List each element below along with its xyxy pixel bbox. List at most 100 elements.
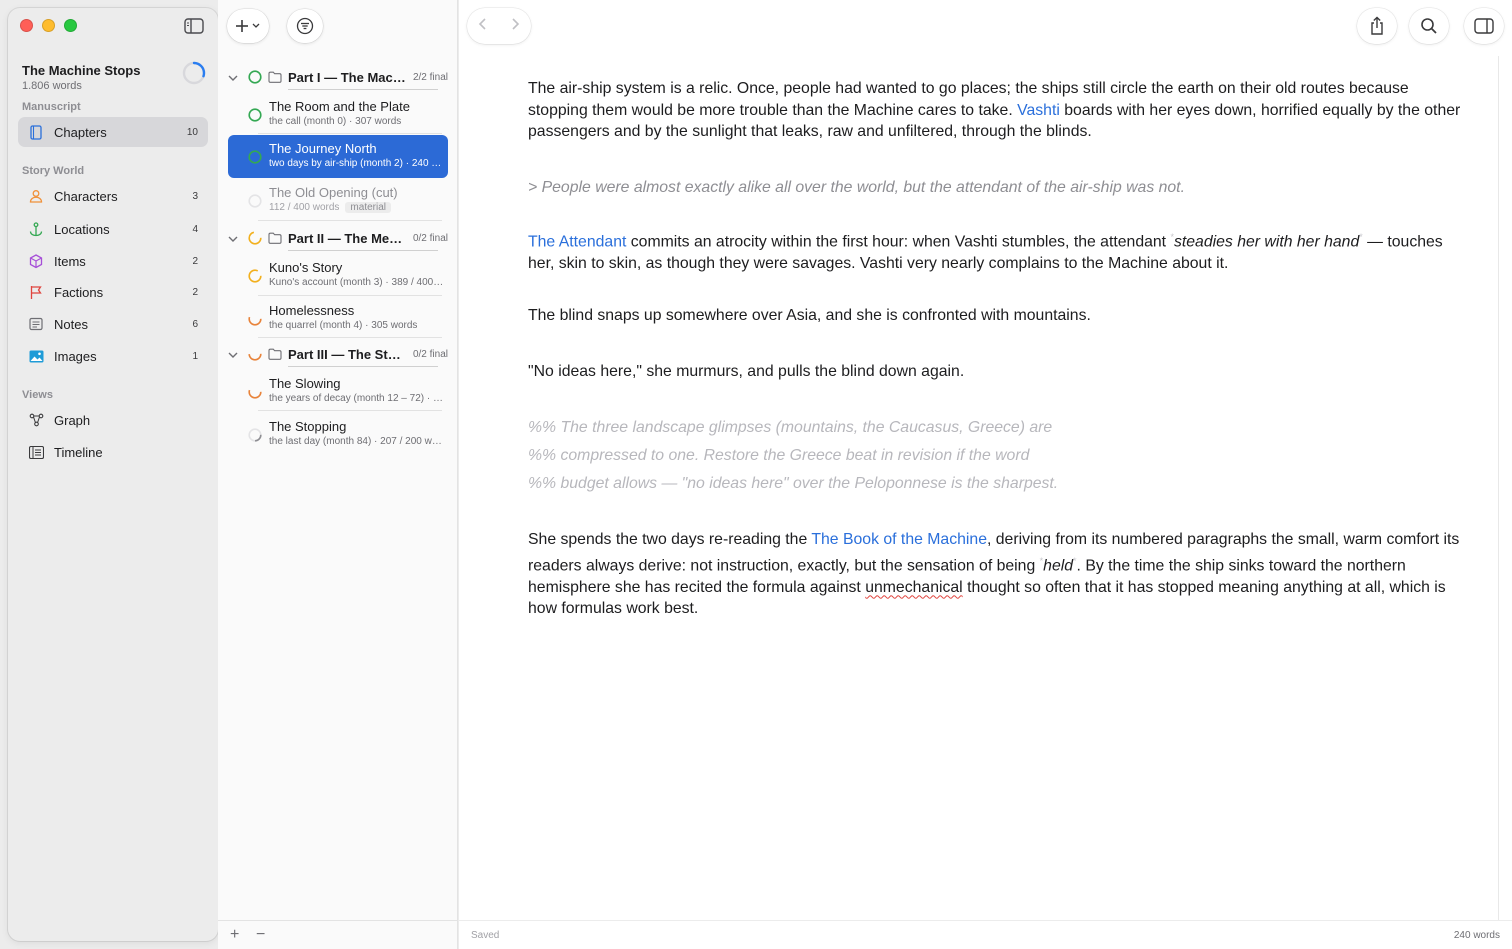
binder-doc-old-opening[interactable]: The Old Opening (cut) 112 / 400 words mat… xyxy=(228,182,448,220)
sidebar-item-chapters[interactable]: Chapters 10 xyxy=(18,117,208,147)
note-icon xyxy=(28,316,44,332)
sidebar-item-items[interactable]: Items 2 xyxy=(18,246,208,276)
comment-line: %% budget allows — "no ideas here" over … xyxy=(528,475,1059,492)
zoom-window-button[interactable] xyxy=(64,19,77,32)
doc-meta: the last day (month 84) · 207 / 200 word… xyxy=(269,436,445,447)
back-button[interactable] xyxy=(478,17,488,36)
doc-title: The Stopping xyxy=(269,419,347,434)
binder-folder-part-1[interactable]: Part I — The Machine 2/2 final xyxy=(228,66,448,88)
history-nav xyxy=(467,8,531,44)
sidebar-item-label: Graph xyxy=(54,412,91,428)
share-button[interactable] xyxy=(1357,8,1397,44)
editor-footer: Saved 240 words xyxy=(459,920,1512,949)
sidebar-item-graph[interactable]: Graph xyxy=(18,405,208,435)
filter-button[interactable] xyxy=(287,9,323,43)
sidebar-item-timeline[interactable]: Timeline xyxy=(18,437,208,467)
sidebar-item-images[interactable]: Images 1 xyxy=(18,341,208,371)
sidebar-item-label: Chapters xyxy=(54,124,107,140)
status-ring-icon xyxy=(248,347,262,361)
paragraph: The air-ship system is a relic. Once, pe… xyxy=(528,78,1468,143)
material-tag: material xyxy=(345,202,391,213)
folder-final-count: 0/2 final xyxy=(412,232,448,244)
folder-icon xyxy=(268,232,282,244)
binder-doc-kunos-story[interactable]: Kuno's Story Kuno's account (month 3) · … xyxy=(228,257,448,295)
chevron-down-icon[interactable] xyxy=(228,231,242,246)
status-ring-icon xyxy=(248,428,262,442)
search-icon xyxy=(1421,18,1437,34)
sidebar-item-notes[interactable]: Notes 6 xyxy=(18,309,208,339)
views-section-label: Views xyxy=(22,389,53,401)
photo-icon xyxy=(28,348,44,364)
binder-doc-homelessness[interactable]: Homelessness the quarrel (month 4) · 305… xyxy=(228,300,448,338)
inspector-toggle-button[interactable] xyxy=(1464,8,1504,44)
divider xyxy=(288,366,438,367)
doc-meta: 112 / 400 words material xyxy=(269,202,445,213)
project-progress-ring xyxy=(182,61,206,85)
paragraph: She spends the two days re-reading the T… xyxy=(528,529,1468,620)
sidebar-toggle-icon[interactable] xyxy=(184,18,204,34)
text-run: She spends the two days re-reading the xyxy=(528,531,812,548)
document-word-count: 240 words xyxy=(1453,930,1500,941)
sidebar-item-label: Timeline xyxy=(54,444,103,460)
divider xyxy=(258,295,442,296)
folder-icon xyxy=(268,348,282,360)
window-controls xyxy=(20,19,77,32)
chevron-down-icon[interactable] xyxy=(228,70,242,85)
chevron-left-icon xyxy=(478,17,486,30)
misspelled-word[interactable]: unmechanical xyxy=(865,579,962,596)
sidebar-item-count: 2 xyxy=(192,286,198,298)
close-window-button[interactable] xyxy=(20,19,33,32)
item-link-book-of-the-machine[interactable]: The Book of the Machine xyxy=(811,531,987,548)
sidebar-item-locations[interactable]: Locations 4 xyxy=(18,214,208,244)
manuscript-section-label: Manuscript xyxy=(22,101,81,113)
comment-line: %% The three landscape glimpses (mountai… xyxy=(528,419,1053,436)
binder-doc-room-and-plate[interactable]: The Room and the Plate the call (month 0… xyxy=(228,96,448,134)
divider xyxy=(288,250,438,251)
minimize-window-button[interactable] xyxy=(42,19,55,32)
folder-title: Part II — The Mending Apparatus xyxy=(288,230,407,246)
doc-meta: the call (month 0) · 307 words xyxy=(269,116,402,127)
paragraph: The blind snaps up somewhere over Asia, … xyxy=(528,307,1091,324)
forward-button[interactable] xyxy=(510,17,520,36)
binder-folder-part-3[interactable]: Part III — The Stopping 0/2 final xyxy=(228,343,448,365)
graph-icon xyxy=(28,412,44,428)
comment-line: %% compressed to one. Restore the Greece… xyxy=(528,447,1030,464)
add-menu-button[interactable] xyxy=(227,9,269,43)
doc-meta: the years of decay (month 12 – 72) · 280… xyxy=(269,393,445,404)
sidebar-item-count: 1 xyxy=(192,350,198,362)
folder-icon xyxy=(268,71,282,83)
doc-meta: the quarrel (month 4) · 305 words xyxy=(269,320,418,331)
sidebar-item-count: 4 xyxy=(192,223,198,235)
anchor-icon xyxy=(28,221,44,237)
search-button[interactable] xyxy=(1409,8,1449,44)
chevron-right-icon xyxy=(512,17,520,30)
folder-final-count: 0/2 final xyxy=(412,348,448,360)
status-ring-icon xyxy=(248,150,262,164)
status-ring-icon xyxy=(248,231,262,245)
binder-folder-part-2[interactable]: Part II — The Mending Apparatus 0/2 fina… xyxy=(228,227,448,249)
character-link-attendant[interactable]: The Attendant xyxy=(528,233,626,250)
sidebar-item-label: Factions xyxy=(54,284,104,300)
sidebar-item-characters[interactable]: Characters 3 xyxy=(18,181,208,211)
doc-title: The Old Opening (cut) xyxy=(269,185,398,200)
divider xyxy=(288,89,438,90)
sidebar-item-factions[interactable]: Factions 2 xyxy=(18,277,208,307)
flag-icon xyxy=(28,284,44,300)
chevron-down-icon[interactable] xyxy=(228,347,242,362)
binder-footer: + − xyxy=(218,920,458,949)
remove-document-button[interactable]: − xyxy=(256,926,265,944)
editor-pane: The air-ship system is a relic. Once, pe… xyxy=(459,0,1512,949)
doc-title: The Journey North xyxy=(269,141,377,156)
doc-title: Homelessness xyxy=(269,303,355,318)
binder-doc-the-slowing[interactable]: The Slowing the years of decay (month 12… xyxy=(228,373,448,411)
save-status: Saved xyxy=(471,930,500,941)
add-document-button[interactable]: + xyxy=(230,926,239,944)
cube-icon xyxy=(28,253,44,269)
binder-doc-the-stopping[interactable]: The Stopping the last day (month 84) · 2… xyxy=(228,416,448,454)
text-run: commits an atrocity within the first hou… xyxy=(626,233,1171,251)
character-link-vashti[interactable]: Vashti xyxy=(1017,102,1060,119)
sidebar-item-count: 3 xyxy=(192,190,198,202)
paragraph: "No ideas here," she murmurs, and pulls … xyxy=(528,363,965,380)
scrollbar[interactable] xyxy=(1498,56,1499,920)
binder-doc-journey-north[interactable]: The Journey North two days by air-ship (… xyxy=(228,135,448,178)
